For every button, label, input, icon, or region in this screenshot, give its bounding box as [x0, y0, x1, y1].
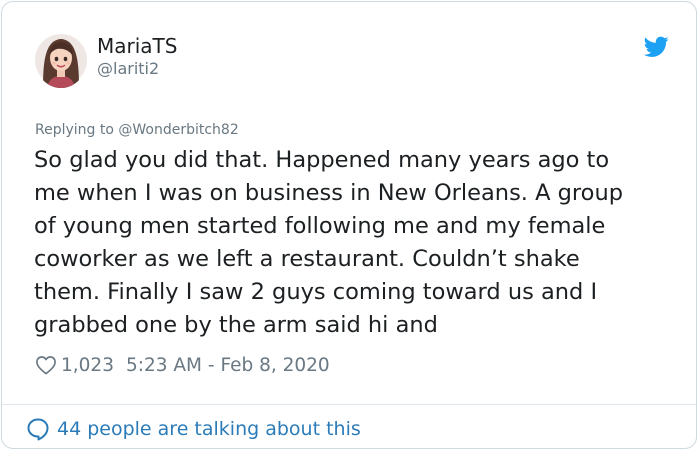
heart-icon[interactable]: [35, 355, 57, 375]
tweet-text-line: me when I was on business in New Orleans…: [34, 180, 623, 206]
tweet-meta: 1,023 5:23 AM - Feb 8, 2020: [35, 353, 330, 377]
like-count[interactable]: 1,023: [61, 355, 114, 376]
tweet-text-line: of young men started following me and my…: [34, 213, 606, 239]
tweet-text-line: grabbed one by the arm said hi and: [34, 312, 438, 338]
conversation-label[interactable]: 44 people are talking about this: [57, 418, 361, 440]
tweet-card: MariaTS @lariti2 Replying to @Wonderbitc…: [1, 1, 697, 449]
twitter-bird-icon[interactable]: [644, 36, 669, 58]
tweet-text-line: coworker as we left a restaurant. Couldn…: [34, 246, 580, 272]
divider: [2, 404, 696, 405]
tweet-text: So glad you did that. Happened many year…: [34, 144, 684, 342]
display-name[interactable]: MariaTS: [97, 34, 177, 58]
tweet-text-line: them. Finally I saw 2 guys coming toward…: [34, 279, 598, 305]
user-handle[interactable]: @lariti2: [97, 59, 159, 78]
replying-to[interactable]: Replying to @Wonderbitch82: [35, 122, 239, 138]
tweet-text-line: So glad you did that. Happened many year…: [34, 147, 610, 173]
avatar[interactable]: [35, 32, 87, 88]
timestamp[interactable]: 5:23 AM - Feb 8, 2020: [126, 355, 330, 376]
speech-bubble-icon: [27, 418, 49, 441]
conversation-link[interactable]: 44 people are talking about this: [26, 416, 361, 442]
cartoon-woman-avatar-icon: [35, 34, 87, 88]
